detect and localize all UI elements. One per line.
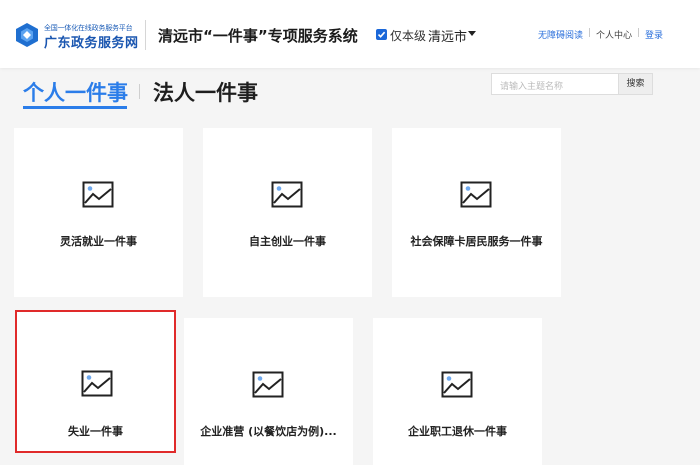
caret-down-icon[interactable] xyxy=(468,31,476,36)
user-center-link[interactable]: 个人中心 xyxy=(596,28,632,41)
city-selector[interactable]: 清远市 xyxy=(428,26,467,45)
image-placeholder-icon xyxy=(460,181,492,208)
logo-title[interactable]: 广东政务服务网 xyxy=(44,32,139,51)
image-placeholder-icon xyxy=(81,370,113,397)
image-placeholder-icon xyxy=(82,181,114,208)
level-checkbox-label[interactable]: 仅本级 xyxy=(390,27,426,44)
tab-personal[interactable]: 个人一件事 xyxy=(23,77,128,107)
image-placeholder-icon xyxy=(271,181,303,208)
checkbox-checked-icon[interactable] xyxy=(376,29,387,40)
search-button[interactable]: 搜索 xyxy=(619,73,653,95)
service-card[interactable]: 企业职工退休一件事 xyxy=(373,318,542,465)
service-card[interactable]: 自主创业一件事 xyxy=(203,128,372,297)
service-card[interactable]: 社会保障卡居民服务一件事 xyxy=(392,128,561,297)
link-separator: | xyxy=(637,28,641,38)
service-card-selected[interactable]: 失业一件事 xyxy=(15,310,176,453)
active-tab-indicator xyxy=(23,106,127,109)
card-label: 企业准营 (以餐饮店为例)... xyxy=(200,425,337,438)
card-label: 社会保障卡居民服务一件事 xyxy=(410,235,543,248)
tab-legal[interactable]: 法人一件事 xyxy=(153,77,258,107)
search-input[interactable]: 请输入主题名称 xyxy=(491,73,619,95)
card-label: 失业一件事 xyxy=(68,425,123,438)
service-card[interactable]: 企业准营 (以餐饮店为例)... xyxy=(184,318,353,465)
gd-logo-icon[interactable] xyxy=(14,22,40,48)
system-title: 清远市“一件事”专项服务系统 xyxy=(158,27,358,45)
service-card[interactable]: 灵活就业一件事 xyxy=(14,128,183,297)
accessibility-link[interactable]: 无障碍阅读 xyxy=(538,28,583,41)
image-placeholder-icon xyxy=(441,371,473,398)
link-separator: | xyxy=(588,28,592,38)
login-link[interactable]: 登录 xyxy=(645,28,663,41)
tab-divider xyxy=(139,84,140,99)
card-label: 灵活就业一件事 xyxy=(60,235,137,248)
top-header: 全国一体化在线政务服务平台 广东政务服务网 清远市“一件事”专项服务系统 仅本级… xyxy=(0,0,700,68)
card-label: 企业职工退休一件事 xyxy=(408,425,507,438)
header-divider xyxy=(145,20,146,50)
card-label: 自主创业一件事 xyxy=(249,235,326,248)
image-placeholder-icon xyxy=(252,371,284,398)
